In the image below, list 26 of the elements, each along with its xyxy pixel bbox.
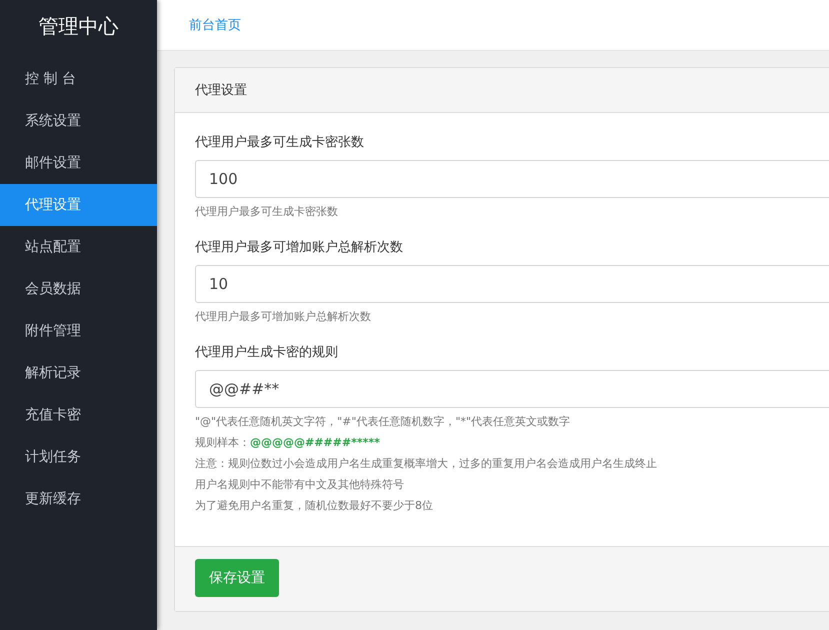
help-text: 为了避免用户名重复，随机位数最好不要少于8位 [195, 498, 434, 514]
sidebar-item[interactable]: 附件管理 [0, 310, 157, 352]
sidebar-item[interactable]: 更新缓存 [0, 478, 157, 520]
sidebar-item[interactable]: 站点配置 [0, 226, 157, 268]
input-field[interactable]: 10 [195, 265, 829, 303]
sidebar-title: 管理中心 [38, 12, 120, 40]
help-text: 代理用户最多可增加账户总解析次数 [195, 309, 372, 325]
help-text: 代理用户最多可生成卡密张数 [195, 204, 339, 220]
sidebar-item[interactable]: 充值卡密 [0, 394, 157, 436]
help-text: 规则样本： [195, 436, 250, 449]
input-field[interactable]: 100 [195, 160, 829, 198]
rule-sample: @@@@@#####***** [250, 436, 380, 449]
sidebar-item[interactable]: 解析记录 [0, 352, 157, 394]
field-label: 代理用户生成卡密的规则 [195, 344, 339, 361]
sidebar-item[interactable]: 控 制 台 [0, 58, 157, 100]
field-label: 代理用户最多可增加账户总解析次数 [195, 239, 404, 256]
sidebar-item[interactable]: 系统设置 [0, 100, 157, 142]
field-label: 代理用户最多可生成卡密张数 [195, 134, 365, 151]
help-text: 用户名规则中不能带有中文及其他特殊符号 [195, 477, 405, 493]
help-text: "@"代表任意随机英文字符，"#"代表任意随机数字，"*"代表任意英文或数字 [195, 414, 572, 430]
card-title: 代理设置 [175, 68, 829, 113]
sidebar-item[interactable]: 计划任务 [0, 436, 157, 478]
sidebar-item[interactable]: 会员数据 [0, 268, 157, 310]
help-text: 注意：规则位数过小会造成用户名生成重复概率增大，过多的重复用户名会造成用户名生成终止 [195, 456, 658, 472]
input-field[interactable]: @@##** [195, 370, 829, 408]
sidebar-item[interactable]: 邮件设置 [0, 142, 157, 184]
